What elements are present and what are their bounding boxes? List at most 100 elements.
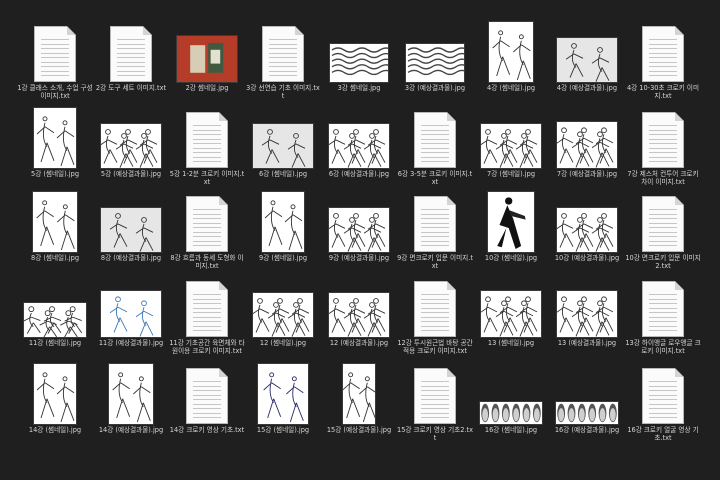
text-document-icon <box>642 281 684 337</box>
file-name-label: 3강 (예상결과물).jpg <box>404 84 466 92</box>
text-file-item[interactable]: 16강 크로키 얼굴 영상 기초.txt <box>625 362 701 442</box>
image-file-item[interactable]: 14강 (썸네일).jpg <box>17 362 93 434</box>
file-thumbnail <box>93 362 169 424</box>
file-thumbnail <box>245 190 321 252</box>
text-document-icon <box>642 196 684 252</box>
file-thumbnail <box>321 20 397 82</box>
text-document-icon <box>414 112 456 168</box>
file-thumbnail <box>321 190 397 252</box>
file-name-label: 5강 (예상결과물).jpg <box>100 170 162 178</box>
image-preview <box>101 124 161 168</box>
image-preview <box>329 124 389 168</box>
image-file-item[interactable]: 15강 (썸네일).jpg <box>245 362 321 434</box>
image-file-item[interactable]: 10강 (예상결과물).jpg <box>549 190 625 262</box>
image-file-item[interactable]: 12 (썸네일).jpg <box>245 275 321 347</box>
text-file-item[interactable]: 13강 하이앵글 로우앵글 크로키 이미지.txt <box>625 275 701 355</box>
text-file-item[interactable]: 4강 10-30초 크로키 이미지.txt <box>625 20 701 100</box>
image-file-item[interactable]: 5강 (썸네일).jpg <box>17 106 93 178</box>
image-preview <box>481 124 541 168</box>
image-file-item[interactable]: 16강 (예상결과물).jpg <box>549 362 625 434</box>
text-document-icon <box>262 26 304 82</box>
image-file-item[interactable]: 4강 (예상결과물).jpg <box>549 20 625 92</box>
text-document-icon <box>642 26 684 82</box>
file-thumbnail <box>245 275 321 337</box>
file-thumbnail <box>169 275 245 337</box>
file-thumbnail <box>93 106 169 168</box>
file-thumbnail <box>625 106 701 168</box>
text-document-icon <box>186 368 228 424</box>
image-file-item[interactable]: 5강 (예상결과물).jpg <box>93 106 169 178</box>
file-name-label: 10강 면크로키 입문 이미지2.txt <box>625 254 701 271</box>
text-document-icon <box>186 196 228 252</box>
file-name-label: 5강 (썸네일).jpg <box>31 170 79 178</box>
file-name-label: 14강 크로키 영상 기초.txt <box>169 426 245 434</box>
file-thumbnail <box>397 190 473 252</box>
text-file-item[interactable]: 12강 투시원근법 바탕 공간 적용 크로키 이미지.txt <box>397 275 473 355</box>
image-file-item[interactable]: 4강 (썸네일).jpg <box>473 20 549 92</box>
image-file-item[interactable]: 6강 (썸네일).jpg <box>245 106 321 178</box>
image-preview <box>329 293 389 337</box>
file-name-label: 15강 크로키 영상 기초2.txt <box>397 426 473 443</box>
image-file-item[interactable]: 8강 (예상결과물).jpg <box>93 190 169 262</box>
image-preview <box>24 303 86 337</box>
image-file-item[interactable]: 7강 (썸네일).jpg <box>473 106 549 178</box>
image-file-item[interactable]: 13 (예상결과물).jpg <box>549 275 625 347</box>
text-document-icon <box>642 112 684 168</box>
text-file-item[interactable]: 6강 3-5분 크로키 이미지.txt <box>397 106 473 186</box>
image-file-item[interactable]: 3강 썸네일.jpg <box>321 20 397 92</box>
file-name-label: 2강 썸네일.jpg <box>185 84 229 92</box>
text-file-item[interactable]: 9강 면크로키 입문 이미지.txt <box>397 190 473 270</box>
image-preview <box>557 208 617 252</box>
file-name-label: 14강 (썸네일).jpg <box>28 426 82 434</box>
file-name-label: 11강 기초공간 육면체와 타원이용 크로키 이미지.txt <box>169 339 245 356</box>
image-preview <box>253 293 313 337</box>
file-thumbnail <box>245 362 321 424</box>
image-preview <box>33 192 77 252</box>
file-thumbnail <box>625 20 701 82</box>
file-name-label: 14강 (예상결과물).jpg <box>98 426 164 434</box>
text-file-item[interactable]: 3강 선연습 기초 이미지.txt <box>245 20 321 100</box>
file-thumbnail <box>549 190 625 252</box>
file-thumbnail <box>17 275 93 337</box>
file-name-label: 13강 하이앵글 로우앵글 크로키 이미지.txt <box>625 339 701 356</box>
image-file-item[interactable]: 14강 (예상결과물).jpg <box>93 362 169 434</box>
file-thumbnail <box>549 275 625 337</box>
image-file-item[interactable]: 7강 (예상결과물).jpg <box>549 106 625 178</box>
file-thumbnail <box>397 20 473 82</box>
file-thumbnail <box>169 20 245 82</box>
file-thumbnail <box>625 190 701 252</box>
file-thumbnail <box>245 106 321 168</box>
image-file-item[interactable]: 12 (예상결과물).jpg <box>321 275 397 347</box>
text-file-item[interactable]: 1강 클래스 소개, 수업 구성 이미지.txt <box>17 20 93 100</box>
text-document-icon <box>186 112 228 168</box>
text-file-item[interactable]: 2강 도구 세트 이미지.txt <box>93 20 169 92</box>
file-name-label: 4강 10-30초 크로키 이미지.txt <box>626 84 700 101</box>
text-file-item[interactable]: 10강 면크로키 입문 이미지2.txt <box>625 190 701 270</box>
text-file-item[interactable]: 5강 1-2분 크로키 이미지.txt <box>169 106 245 186</box>
text-file-item[interactable]: 11강 기초공간 육면체와 타원이용 크로키 이미지.txt <box>169 275 245 355</box>
image-file-item[interactable]: 10강 (썸네일).jpg <box>473 190 549 262</box>
image-file-item[interactable]: 6강 (예상결과물).jpg <box>321 106 397 178</box>
image-file-item[interactable]: 13 (썸네일).jpg <box>473 275 549 347</box>
image-file-item[interactable]: 9강 (썸네일).jpg <box>245 190 321 262</box>
image-file-item[interactable]: 11강 (예상결과물).jpg <box>93 275 169 347</box>
text-file-item[interactable]: 8강 흐름과 동세 도형화 이미지.txt <box>169 190 245 270</box>
text-file-item[interactable]: 15강 크로키 영상 기초2.txt <box>397 362 473 442</box>
file-name-label: 2강 도구 세트 이미지.txt <box>95 84 167 92</box>
image-file-item[interactable]: 9강 (예상결과물).jpg <box>321 190 397 262</box>
image-file-item[interactable]: 3강 (예상결과물).jpg <box>397 20 473 92</box>
text-document-icon <box>414 368 456 424</box>
text-file-item[interactable]: 14강 크로키 영상 기초.txt <box>169 362 245 434</box>
image-file-item[interactable]: 11강 (썸네일).jpg <box>17 275 93 347</box>
file-name-label: 13 (썸네일).jpg <box>487 339 535 347</box>
image-file-item[interactable]: 16강 (썸네일).jpg <box>473 362 549 434</box>
file-name-label: 10강 (썸네일).jpg <box>484 254 538 262</box>
image-file-item[interactable]: 2강 썸네일.jpg <box>169 20 245 92</box>
image-file-item[interactable]: 15강 (예상결과물).jpg <box>321 362 397 434</box>
file-name-label: 11강 (예상결과물).jpg <box>98 339 164 347</box>
text-file-item[interactable]: 7강 제스처 컨투어 크로키 차이 이미지.txt <box>625 106 701 186</box>
file-thumbnail <box>473 190 549 252</box>
file-thumbnail <box>93 20 169 82</box>
file-thumbnail <box>473 106 549 168</box>
image-file-item[interactable]: 8강 (썸네일).jpg <box>17 190 93 262</box>
